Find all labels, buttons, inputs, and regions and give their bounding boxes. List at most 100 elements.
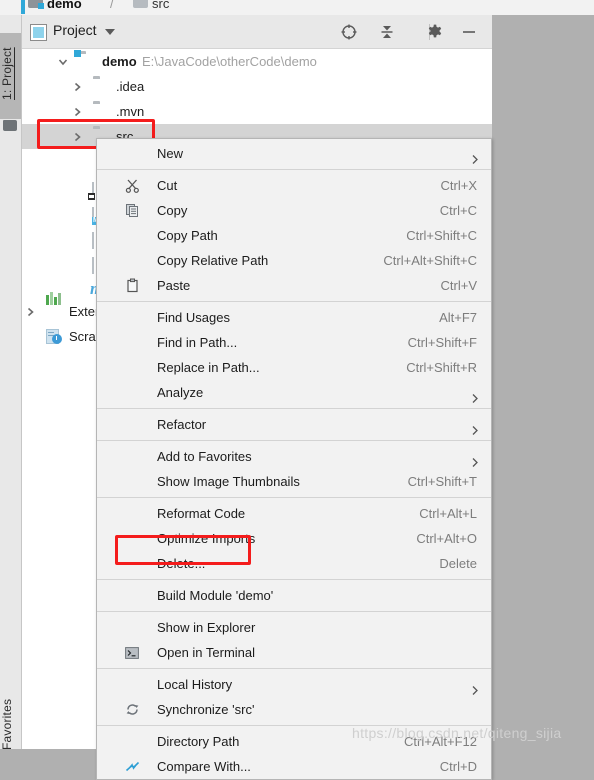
menu-item-reformat-code-shortcut: Ctrl+Alt+L (419, 506, 477, 521)
project-panel-header: Project (22, 15, 492, 49)
breadcrumb-separator: / (110, 0, 114, 11)
menu-item-compare-with-shortcut: Ctrl+D (439, 759, 477, 774)
left-tool-strip: 1: Project Favorites (0, 15, 22, 750)
sync-icon (125, 697, 140, 722)
menu-item-find-in-path-shortcut: Ctrl+Shift+F (407, 335, 477, 350)
menu-item-paste-label: Paste (157, 278, 191, 293)
menu-item-synchronize[interactable]: Synchronize 'src' (97, 697, 491, 722)
context-menu[interactable]: New Cut Ctrl+X Copy Ctrl+C Copy Path Ctr… (96, 138, 492, 780)
tree-label-idea: .idea (116, 79, 145, 94)
menu-item-cut[interactable]: Cut Ctrl+X (97, 173, 491, 198)
menu-item-copy-path-shortcut: Ctrl+Shift+C (406, 228, 477, 243)
menu-item-optimize-imports-label: Optimize Imports (157, 531, 256, 546)
menu-item-compare-with-label: Compare With... (157, 759, 251, 774)
menu-item-copy-relative-path-label: Copy Relative Path (157, 253, 269, 268)
terminal-icon (125, 640, 139, 665)
menu-item-reformat-code-label: Reformat Code (157, 506, 246, 521)
minimize-icon[interactable] (460, 23, 478, 41)
menu-item-replace-in-path-shortcut: Ctrl+Shift+R (406, 360, 477, 375)
breadcrumb: demo / src (0, 0, 594, 15)
tree-label-demo: demo (102, 54, 137, 69)
chevron-right-icon (471, 451, 479, 467)
copy-icon (125, 198, 140, 223)
compare-icon (125, 754, 140, 779)
menu-item-analyze-label: Analyze (157, 385, 204, 400)
menu-item-analyze[interactable]: Analyze (97, 380, 491, 405)
menu-item-new[interactable]: New (97, 141, 491, 166)
chevron-right-icon[interactable] (72, 107, 82, 117)
menu-separator (97, 611, 491, 612)
tree-label-mvn: .mvn (116, 104, 145, 119)
menu-item-copy-path[interactable]: Copy Path Ctrl+Shift+C (97, 223, 491, 248)
chevron-right-icon (471, 387, 479, 403)
menu-item-copy-label: Copy (157, 203, 188, 218)
breadcrumb-project[interactable]: demo (47, 0, 82, 11)
menu-item-show-in-explorer[interactable]: Show in Explorer (97, 615, 491, 640)
collapse-all-icon[interactable] (378, 23, 396, 41)
menu-item-optimize-imports[interactable]: Optimize Imports Ctrl+Alt+O (97, 526, 491, 551)
gear-icon[interactable] (426, 23, 444, 41)
menu-item-delete-shortcut: Delete (439, 556, 477, 571)
chevron-right-icon[interactable] (72, 132, 82, 142)
menu-item-local-history[interactable]: Local History (97, 672, 491, 697)
menu-item-compare-with[interactable]: Compare With... Ctrl+D (97, 754, 491, 779)
locate-icon[interactable] (340, 23, 358, 41)
menu-item-refactor-label: Refactor (157, 417, 207, 432)
menu-item-delete[interactable]: Delete... Delete (97, 551, 491, 576)
sidebar-tab-favorites[interactable]: Favorites (0, 687, 21, 761)
menu-item-find-in-path[interactable]: Find in Path... Ctrl+Shift+F (97, 330, 491, 355)
ide-window: demo / src 1: Project Favorites Project (0, 0, 594, 780)
module-folder-icon (28, 0, 44, 9)
chevron-right-icon[interactable] (72, 82, 82, 92)
chevron-down-icon[interactable] (58, 57, 68, 67)
project-panel-title: Project (53, 22, 97, 38)
menu-item-refactor[interactable]: Refactor (97, 412, 491, 437)
menu-item-show-image-thumbnails-shortcut: Ctrl+Shift+T (407, 474, 477, 489)
menu-item-find-usages[interactable]: Find Usages Alt+F7 (97, 305, 491, 330)
menu-item-delete-label: Delete... (157, 556, 206, 571)
menu-separator (97, 497, 491, 498)
chevron-right-icon (471, 419, 479, 435)
project-window-icon (3, 120, 17, 131)
menu-item-build-module[interactable]: Build Module 'demo' (97, 583, 491, 608)
breadcrumb-accent (21, 0, 25, 14)
tree-row-demo[interactable]: demo E:\JavaCode\otherCode\demo (22, 49, 492, 74)
breadcrumb-current[interactable]: src (152, 0, 169, 11)
menu-item-copy-relative-path[interactable]: Copy Relative Path Ctrl+Alt+Shift+C (97, 248, 491, 273)
menu-separator (97, 440, 491, 441)
menu-item-copy-shortcut: Ctrl+C (439, 203, 477, 218)
menu-item-local-history-label: Local History (157, 677, 233, 692)
menu-separator (97, 169, 491, 170)
chevron-right-icon (471, 148, 479, 164)
sidebar-tab-project[interactable]: 1: Project (0, 33, 21, 119)
menu-item-find-usages-label: Find Usages (157, 310, 230, 325)
menu-item-find-usages-shortcut: Alt+F7 (439, 310, 477, 325)
sidebar-tab-favorites-label: Favorites (0, 698, 14, 750)
menu-item-paste[interactable]: Paste Ctrl+V (97, 273, 491, 298)
menu-item-open-in-terminal[interactable]: Open in Terminal (97, 640, 491, 665)
menu-separator (97, 579, 491, 580)
tree-row-idea[interactable]: .idea (22, 74, 492, 99)
menu-item-copy[interactable]: Copy Ctrl+C (97, 198, 491, 223)
menu-item-optimize-imports-shortcut: Ctrl+Alt+O (416, 531, 477, 546)
watermark: https://blog.csdn.net/qiteng_sijia (352, 725, 562, 741)
tree-row-mvn[interactable]: .mvn (22, 99, 492, 124)
menu-item-reformat-code[interactable]: Reformat Code Ctrl+Alt+L (97, 501, 491, 526)
menu-item-replace-in-path[interactable]: Replace in Path... Ctrl+Shift+R (97, 355, 491, 380)
menu-item-open-in-terminal-label: Open in Terminal (157, 645, 256, 660)
menu-item-replace-in-path-label: Replace in Path... (157, 360, 260, 375)
chevron-down-icon[interactable] (105, 29, 115, 35)
menu-separator (97, 668, 491, 669)
tree-path-demo: E:\JavaCode\otherCode\demo (142, 54, 317, 69)
menu-item-show-image-thumbnails[interactable]: Show Image Thumbnails Ctrl+Shift+T (97, 469, 491, 494)
menu-item-add-to-favorites[interactable]: Add to Favorites (97, 444, 491, 469)
project-icon (30, 24, 47, 41)
menu-item-copy-path-label: Copy Path (157, 228, 218, 243)
chevron-right-icon[interactable] (25, 307, 35, 317)
menu-item-show-in-explorer-label: Show in Explorer (157, 620, 256, 635)
sidebar-tab-project-label: 1: Project (0, 47, 14, 101)
menu-item-copy-relative-path-shortcut: Ctrl+Alt+Shift+C (383, 253, 477, 268)
menu-item-synchronize-label: Synchronize 'src' (157, 702, 255, 717)
menu-item-cut-shortcut: Ctrl+X (440, 178, 477, 193)
menu-item-paste-shortcut: Ctrl+V (440, 278, 477, 293)
